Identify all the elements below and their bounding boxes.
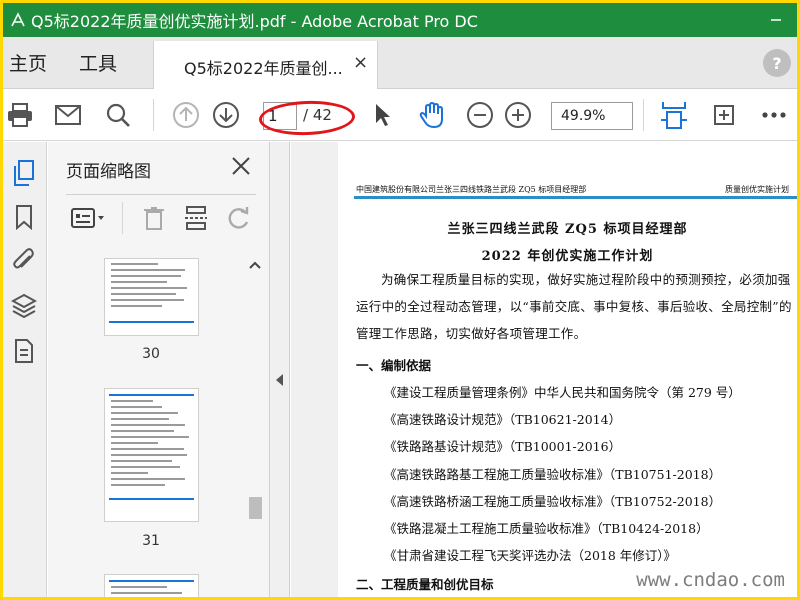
zoom-in-icon[interactable]: [503, 101, 533, 129]
tab-tools[interactable]: 工具: [79, 49, 117, 76]
bookmark-icon[interactable]: [9, 202, 39, 232]
reference-item: 《建设工程质量管理条例》中华人民共和国务院令（第 279 号）: [384, 385, 741, 400]
reference-item: 《铁路混凝土工程施工质量验收标准》（TB10424-2018）: [384, 521, 709, 536]
minimize-button[interactable]: [765, 9, 787, 31]
tab-document-label: Q5标2022年质量创...: [184, 59, 343, 78]
page-number: 30: [142, 346, 160, 362]
thumbnail-scrollbar[interactable]: [246, 252, 264, 597]
delete-icon[interactable]: [142, 204, 166, 232]
zoom-level-select[interactable]: 49.9%: [551, 102, 633, 130]
page-thumbnail[interactable]: [104, 388, 199, 522]
print-icon[interactable]: [5, 101, 35, 129]
section-heading: 一、编制依据: [356, 358, 432, 373]
tab-bar: 主页 工具 Q5标2022年质量创... × ?: [3, 37, 797, 89]
header-rule: [354, 196, 797, 199]
scrollbar-thumb[interactable]: [249, 497, 262, 519]
more-icon[interactable]: [759, 101, 789, 129]
options-menu-icon[interactable]: [70, 204, 106, 232]
tab-home[interactable]: 主页: [9, 49, 47, 76]
insert-page-icon[interactable]: [184, 204, 208, 232]
page-thumbnail[interactable]: [104, 574, 199, 597]
page-thumbnail[interactable]: [104, 258, 199, 336]
reference-item: 《高速铁路设计规范》（TB10621-2014）: [384, 412, 622, 427]
toolbar: 1 / 42 49.9%: [3, 89, 797, 141]
title-bar: Q5标2022年质量创优实施计划.pdf - Adobe Acrobat Pro…: [3, 3, 797, 37]
layers-icon[interactable]: [9, 290, 39, 320]
intro-paragraph: 为确保工程质量目标的实现，做好实施过程阶段中的预测预控，必须加强运行中的全过程动…: [356, 272, 792, 341]
document-properties-icon[interactable]: [9, 336, 39, 366]
reference-item: 《高速铁路路基工程施工质量验收标准》（TB10751-2018）: [384, 467, 722, 482]
page-number: 31: [142, 533, 160, 549]
window-title: Q5标2022年质量创优实施计划.pdf - Adobe Acrobat Pro…: [31, 12, 478, 31]
rotate-icon[interactable]: [709, 101, 739, 129]
toolbar-divider: [153, 99, 154, 131]
zoom-out-icon[interactable]: [465, 101, 495, 129]
doc-title-line2: 2022 年创优实施工作计划: [481, 249, 654, 264]
hand-tool-icon[interactable]: [417, 101, 447, 129]
close-icon[interactable]: [229, 154, 253, 178]
doc-title-line1: 兰张三四线兰武段 ZQ5 标项目经理部: [447, 222, 688, 237]
help-button[interactable]: ?: [763, 49, 791, 77]
panel-title: 页面缩略图: [66, 162, 151, 182]
toolbar-divider: [643, 99, 644, 131]
watermark: www.cndao.com: [636, 569, 785, 591]
page-header-right: 质量创优实施计划: [725, 185, 789, 194]
email-icon[interactable]: [53, 101, 83, 129]
panel-divider: [66, 194, 256, 195]
next-page-icon[interactable]: [211, 101, 241, 129]
search-icon[interactable]: [103, 101, 133, 129]
tab-document[interactable]: Q5标2022年质量创... ×: [153, 41, 378, 89]
reference-item: 《铁路路基设计规范》（TB10001-2016）: [384, 439, 622, 454]
section-heading: 二、工程质量和创优目标: [356, 577, 494, 592]
select-cursor-icon[interactable]: [367, 101, 397, 129]
page-header-left: 中国建筑股份有限公司兰张三四线铁路兰武段 ZQ5 标项目经理部: [356, 185, 587, 194]
tab-close-icon[interactable]: ×: [353, 53, 369, 73]
prev-page-icon[interactable]: [171, 101, 201, 129]
pages-icon[interactable]: [9, 158, 39, 188]
reference-item: 《高速铁路桥涵工程施工质量验收标准》（TB10752-2018）: [384, 494, 722, 509]
attachment-icon[interactable]: [9, 246, 39, 276]
acrobat-icon: [7, 9, 29, 31]
app-window: Q5标2022年质量创优实施计划.pdf - Adobe Acrobat Pro…: [3, 3, 797, 597]
fit-width-icon[interactable]: [659, 101, 689, 129]
pdf-page: 中国建筑股份有限公司兰张三四线铁路兰武段 ZQ5 标项目经理部 质量创优实施计划…: [338, 142, 797, 597]
panel-divider: [122, 202, 123, 234]
document-viewer[interactable]: 中国建筑股份有限公司兰张三四线铁路兰武段 ZQ5 标项目经理部 质量创优实施计划…: [291, 142, 797, 597]
left-nav-strip: [3, 142, 47, 597]
reference-item: 《甘肃省建设工程飞天奖评选办法（2018 年修订）》: [384, 548, 677, 563]
rotate-page-icon[interactable]: [226, 204, 252, 232]
collapse-arrow-icon[interactable]: [276, 374, 283, 386]
panel-splitter[interactable]: [270, 142, 290, 597]
thumbnails-panel: 页面缩略图 30 31: [48, 142, 270, 597]
